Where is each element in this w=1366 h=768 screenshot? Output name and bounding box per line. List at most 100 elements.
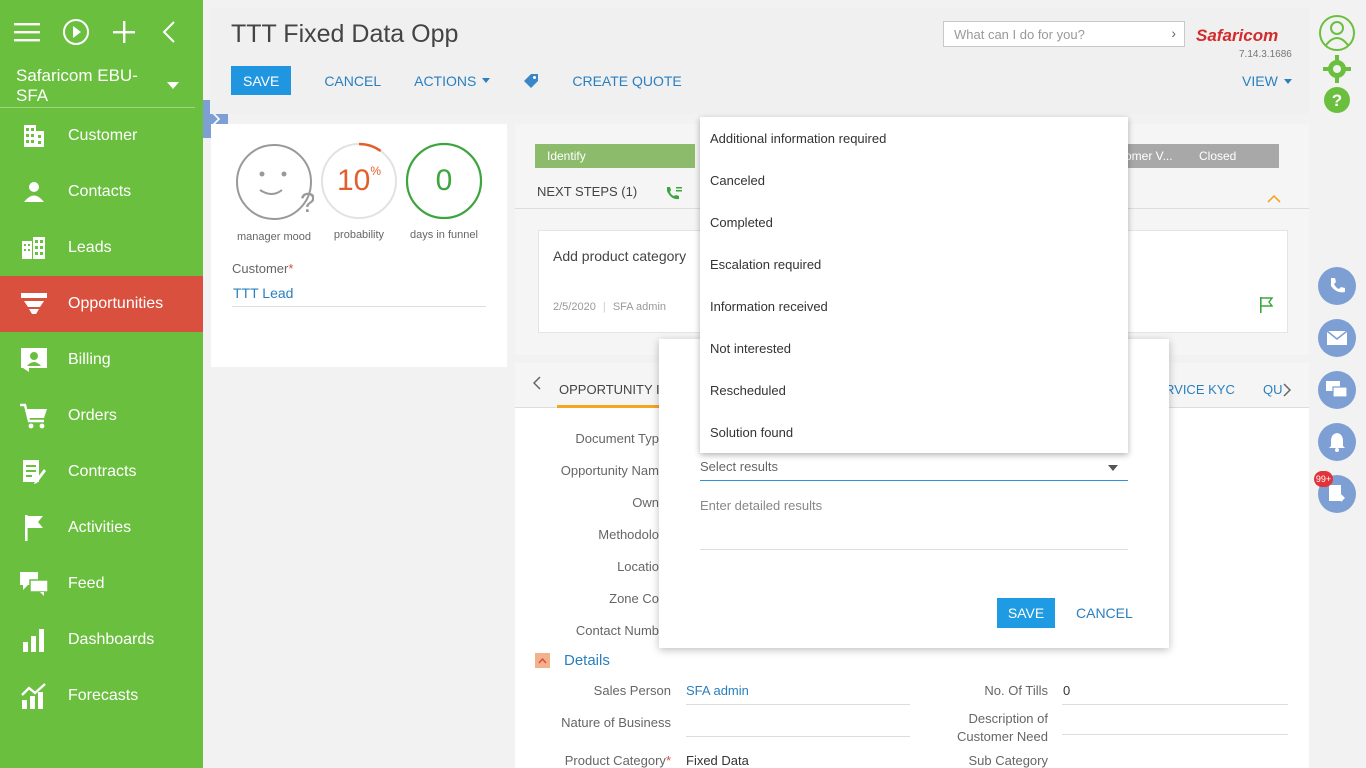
page-title: TTT Fixed Data Opp xyxy=(231,20,459,48)
customer-underline xyxy=(232,306,486,307)
tab-quotes[interactable]: QU xyxy=(1263,382,1283,397)
stage-closed[interactable]: Closed xyxy=(1187,144,1279,168)
days-label: days in funnel xyxy=(410,229,478,241)
sidebar-item-orders[interactable]: Orders xyxy=(0,388,203,444)
detailed-results-input[interactable]: Enter detailed results xyxy=(700,498,1128,550)
next-steps-tab[interactable]: NEXT STEPS (1) xyxy=(537,184,637,199)
modal-save-button[interactable]: SAVE xyxy=(997,598,1055,628)
description-label-1: Description of xyxy=(968,711,1048,726)
dropdown-option[interactable]: Rescheduled xyxy=(700,369,1128,411)
create-quote-button[interactable]: CREATE QUOTE xyxy=(572,73,681,89)
description-field[interactable] xyxy=(1062,734,1288,735)
phone-icon[interactable] xyxy=(1317,266,1357,306)
sidebar: Safaricom EBU-SFA Customer Contacts Lead… xyxy=(0,0,203,768)
opportunity-name-label: Opportunity Nam xyxy=(560,463,659,478)
actions-menu[interactable]: ACTIONS xyxy=(414,73,491,89)
add-icon[interactable] xyxy=(112,17,136,47)
task-date: 2/5/2020 xyxy=(553,301,596,313)
document-pen-icon xyxy=(20,458,48,486)
nature-of-business-field[interactable] xyxy=(686,736,910,737)
cart-icon xyxy=(20,402,48,430)
product-category-value[interactable]: Fixed Data xyxy=(686,753,749,768)
no-of-tills-value[interactable]: 0 xyxy=(1063,683,1070,698)
stage-identify[interactable]: Identify xyxy=(535,144,695,168)
methodology-label: Methodolo xyxy=(598,527,659,542)
dropdown-option[interactable]: Canceled xyxy=(700,159,1128,201)
sales-person-link[interactable]: SFA admin xyxy=(686,683,749,698)
sidebar-item-activities[interactable]: Activities xyxy=(0,500,203,556)
tab-next-icon[interactable] xyxy=(1283,383,1292,402)
results-select[interactable]: Select results xyxy=(700,459,1128,481)
version-label: 7.14.3.1686 xyxy=(1239,49,1292,60)
tab-prev-icon[interactable] xyxy=(532,376,541,395)
sidebar-item-label: Customer xyxy=(68,127,138,144)
customer-link[interactable]: TTT Lead xyxy=(233,285,293,301)
dropdown-option[interactable]: Escalation required xyxy=(700,243,1128,285)
chevron-down-icon xyxy=(1108,465,1118,471)
building-icon xyxy=(20,122,48,150)
sidebar-item-forecasts[interactable]: Forecasts xyxy=(0,668,203,724)
product-category-label: Product Category* xyxy=(515,753,671,768)
chevron-down-icon xyxy=(167,81,179,89)
menu-icon[interactable] xyxy=(14,17,40,47)
mood-face-icon: ? xyxy=(236,144,316,220)
chevron-right-icon[interactable]: › xyxy=(1171,25,1176,41)
dropdown-option[interactable]: Information received xyxy=(700,285,1128,327)
dropdown-option[interactable]: Solution found xyxy=(700,411,1128,453)
sidebar-item-contracts[interactable]: Contracts xyxy=(0,444,203,500)
profile-icon[interactable] xyxy=(1317,13,1357,53)
toolbar: SAVE CANCEL ACTIONS CREATE QUOTE xyxy=(231,66,682,95)
collapse-icon[interactable] xyxy=(1267,190,1281,208)
modal-cancel-button[interactable]: CANCEL xyxy=(1076,605,1133,621)
sales-person-label: Sales Person xyxy=(593,683,671,698)
dropdown-option[interactable]: Not interested xyxy=(700,327,1128,369)
customer-label: Customer* xyxy=(232,261,293,276)
bar-chart-icon xyxy=(20,626,48,654)
required-marker: * xyxy=(665,753,671,768)
chevron-left-icon[interactable] xyxy=(158,17,182,47)
location-label: Locatio xyxy=(617,559,659,574)
sidebar-item-contacts[interactable]: Contacts xyxy=(0,164,203,220)
play-icon[interactable] xyxy=(62,17,90,47)
phone-task-icon[interactable] xyxy=(665,185,683,206)
tab-opportunity-info[interactable]: OPPORTUNITY IN xyxy=(559,382,669,397)
tag-icon[interactable] xyxy=(523,73,539,89)
sidebar-item-label: Dashboards xyxy=(68,631,155,648)
view-menu[interactable]: VIEW xyxy=(1242,73,1292,89)
sidebar-item-label: Orders xyxy=(68,407,117,424)
sidebar-item-billing[interactable]: Billing xyxy=(0,332,203,388)
results-select-placeholder: Select results xyxy=(700,459,779,474)
product-category-text: Product Category xyxy=(564,753,666,768)
flag-icon[interactable] xyxy=(1259,297,1274,318)
workspace-select[interactable]: Safaricom EBU-SFA xyxy=(0,64,195,108)
chat-icon xyxy=(20,570,48,598)
dropdown-option[interactable]: Completed xyxy=(700,201,1128,243)
dropdown-option[interactable]: Additional information required xyxy=(700,117,1128,159)
stage-bar-end: omer V... Closed xyxy=(1125,144,1279,168)
cancel-button[interactable]: CANCEL xyxy=(324,73,381,89)
help-icon[interactable]: ? xyxy=(1317,80,1357,120)
bell-icon[interactable] xyxy=(1317,422,1357,462)
days-value: 0 xyxy=(435,164,453,197)
sidebar-item-customer[interactable]: Customer xyxy=(0,108,203,164)
sidebar-item-leads[interactable]: Leads xyxy=(0,220,203,276)
safaricom-logo: Safaricom xyxy=(1196,26,1278,46)
document-type-label: Document Typ xyxy=(575,431,659,446)
summary-card: ? manager mood 10% probability 0 days in… xyxy=(211,124,507,367)
sidebar-item-dashboards[interactable]: Dashboards xyxy=(0,612,203,668)
sidebar-item-opportunities[interactable]: Opportunities xyxy=(0,276,203,332)
sidebar-item-label: Contacts xyxy=(68,183,132,200)
details-section-header[interactable]: Details xyxy=(535,652,610,669)
days-in-funnel-gauge: 0 days in funnel xyxy=(405,142,483,241)
stage-partial[interactable]: omer V... xyxy=(1125,144,1187,168)
tab-service-kyc[interactable]: RVICE KYC xyxy=(1165,382,1235,397)
chat-icon[interactable] xyxy=(1317,370,1357,410)
sidebar-item-feed[interactable]: Feed xyxy=(0,556,203,612)
command-search-input[interactable]: What can I do for you? › xyxy=(943,21,1185,47)
email-icon[interactable] xyxy=(1317,318,1357,358)
save-button[interactable]: SAVE xyxy=(231,66,292,95)
task-owner: SFA admin xyxy=(612,301,667,313)
contact-number-label: Contact Numb xyxy=(575,623,659,638)
view-label: VIEW xyxy=(1242,73,1278,89)
stage-closed-label: Closed xyxy=(1199,149,1237,163)
